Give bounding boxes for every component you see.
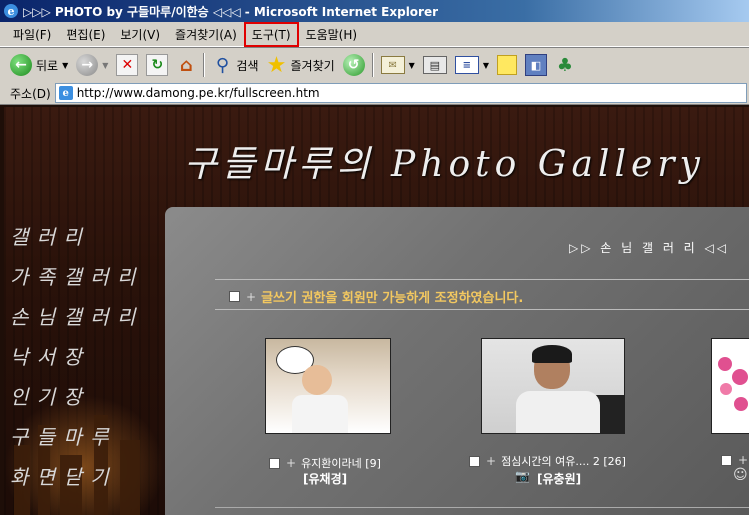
menu-view[interactable]: 보기(V) — [113, 23, 167, 46]
research-button[interactable]: ◧ — [521, 51, 551, 79]
nav-popular[interactable]: 인 기 장 — [10, 375, 160, 415]
plus-icon: + — [738, 453, 749, 467]
photo-checkbox[interactable] — [269, 457, 280, 469]
history-icon: ↺ — [342, 54, 365, 76]
menu-favorites[interactable]: 즐겨찾기(A) — [168, 23, 244, 46]
favorites-label: 즐겨찾기 — [290, 58, 335, 73]
section-title: ▷▷ 손 님 갤 러 리 ◁◁ — [568, 241, 729, 255]
chevron-down-icon[interactable]: ▼ — [409, 61, 415, 70]
page-content: 구들마루의 Photo Gallery 갤 러 리 가 족 갤 러 리 손 님 … — [0, 105, 749, 515]
ie-icon: e — [4, 4, 18, 18]
avatar: ☺ — [733, 467, 748, 483]
search-label: 검색 — [236, 58, 259, 73]
search-icon: ⚲ — [215, 54, 229, 76]
forward-button[interactable]: → ▼ — [72, 51, 112, 79]
menu-help[interactable]: 도움말(H) — [299, 23, 365, 46]
print-button[interactable]: ▤ — [419, 51, 451, 79]
address-input[interactable]: e http://www.damong.pe.kr/fullscreen.htm — [54, 83, 747, 103]
history-button[interactable]: ↺ — [339, 51, 369, 79]
chevron-down-icon[interactable]: ▼ — [102, 61, 108, 70]
nav-guest-gallery[interactable]: 손 님 갤 러 리 — [10, 295, 160, 335]
plus-icon: + — [486, 454, 497, 468]
research-icon: ◧ — [524, 54, 547, 76]
note-icon — [496, 55, 517, 75]
notice-checkbox[interactable] — [229, 291, 240, 302]
plus-icon: + — [286, 456, 297, 470]
menu-tools[interactable]: 도구(T) — [243, 21, 299, 47]
messenger-icon: ♣ — [556, 54, 574, 76]
photo-caption[interactable]: + 점심시간의 여유.... 2 [26] — [469, 453, 626, 469]
address-label: 주소(D) — [10, 86, 51, 101]
photo-caption[interactable]: + — [721, 453, 749, 467]
stop-icon: ✕ — [116, 54, 139, 76]
gallery-panel: ▷▷ 손 님 갤 러 리 ◁◁ + 글쓰기 권한을 회원만 가능하게 조정하였습… — [165, 207, 749, 515]
address-bar: 주소(D) e http://www.damong.pe.kr/fullscre… — [0, 82, 749, 105]
divider — [215, 279, 749, 280]
nav-gallery[interactable]: 갤 러 리 — [10, 215, 160, 255]
toolbar-separator — [371, 53, 374, 77]
notice-row[interactable]: + 글쓰기 권한을 회원만 가능하게 조정하였습니다. — [229, 287, 523, 306]
photo-thumbnail[interactable] — [481, 338, 625, 434]
address-url[interactable]: http://www.damong.pe.kr/fullscreen.htm — [77, 86, 320, 100]
gallery-title: 구들마루의 Photo Gallery — [184, 144, 705, 185]
photo-caption[interactable]: + 유지환이라네 [9] — [269, 455, 381, 471]
nav-close-screen[interactable]: 화 면 닫 기 — [10, 455, 160, 495]
page-icon: e — [58, 86, 73, 100]
edit-button[interactable]: ≡ ▼ — [451, 51, 493, 79]
menu-edit[interactable]: 편집(E) — [59, 23, 112, 46]
star-icon: ★ — [266, 52, 287, 78]
nav-gudeulmaru[interactable]: 구 들 마 루 — [10, 415, 160, 455]
photo-thumbnail[interactable] — [265, 338, 391, 434]
toolbar: ← 뒤로 ▼ → ▼ ✕ ↻ ⌂ ⚲ 검색 ★ 즐겨찾기 ↺ ✉ ▼ ▤ ≡ ▼… — [0, 47, 749, 83]
toolbar-separator — [203, 53, 206, 77]
photo-author: [유채경] — [303, 472, 348, 486]
photo-checkbox[interactable] — [469, 455, 480, 467]
title-bar: e ▷▷▷ PHOTO by 구들마루/이한승 ◁◁◁ - Microsoft … — [0, 0, 749, 22]
window-title: ▷▷▷ PHOTO by 구들마루/이한승 ◁◁◁ - Microsoft In… — [23, 4, 439, 19]
mail-button[interactable]: ✉ ▼ — [377, 51, 419, 79]
menu-file[interactable]: 파일(F) — [6, 23, 58, 46]
photo-author: [유충원] — [537, 472, 582, 486]
back-label: 뒤로 — [36, 58, 59, 73]
refresh-button[interactable]: ↻ — [142, 51, 172, 79]
back-button[interactable]: ← 뒤로 ▼ — [6, 51, 72, 79]
forward-arrow-icon: → — [76, 54, 99, 76]
nav-guestbook[interactable]: 낙 서 장 — [10, 335, 160, 375]
favorites-button[interactable]: ★ 즐겨찾기 — [263, 51, 339, 79]
chevron-down-icon[interactable]: ▼ — [483, 61, 489, 70]
edit-page-icon: ≡ — [454, 56, 479, 74]
photo-thumbnail[interactable] — [711, 338, 749, 434]
camera-icon: 📷 — [515, 469, 530, 483]
left-nav: 갤 러 리 가 족 갤 러 리 손 님 갤 러 리 낙 서 장 인 기 장 구 … — [10, 215, 160, 495]
caption-text[interactable]: 점심시간의 여유.... 2 [26] — [501, 453, 626, 469]
menu-bar: 파일(F) 편집(E) 보기(V) 즐겨찾기(A) 도구(T) 도움말(H) — [0, 21, 749, 47]
back-arrow-icon: ← — [10, 54, 32, 76]
mail-icon: ✉ — [380, 56, 405, 74]
notice-text[interactable]: 글쓰기 권한을 회원만 가능하게 조정하였습니다. — [261, 287, 523, 306]
refresh-icon: ↻ — [146, 54, 169, 76]
discuss-button[interactable] — [493, 51, 521, 79]
stop-button[interactable]: ✕ — [112, 51, 142, 79]
messenger-button[interactable]: ♣ — [551, 51, 579, 79]
caption-text[interactable]: 유지환이라네 [9] — [301, 455, 381, 471]
photo-checkbox[interactable] — [721, 454, 732, 466]
chevron-down-icon[interactable]: ▼ — [62, 61, 68, 70]
divider — [215, 507, 749, 508]
home-button[interactable]: ⌂ — [172, 51, 200, 79]
divider — [215, 309, 749, 310]
nav-family-gallery[interactable]: 가 족 갤 러 리 — [10, 255, 160, 295]
search-button[interactable]: ⚲ 검색 — [208, 51, 262, 79]
home-icon: ⌂ — [179, 54, 193, 76]
plus-icon: + — [246, 289, 257, 304]
printer-icon: ▤ — [422, 56, 447, 74]
